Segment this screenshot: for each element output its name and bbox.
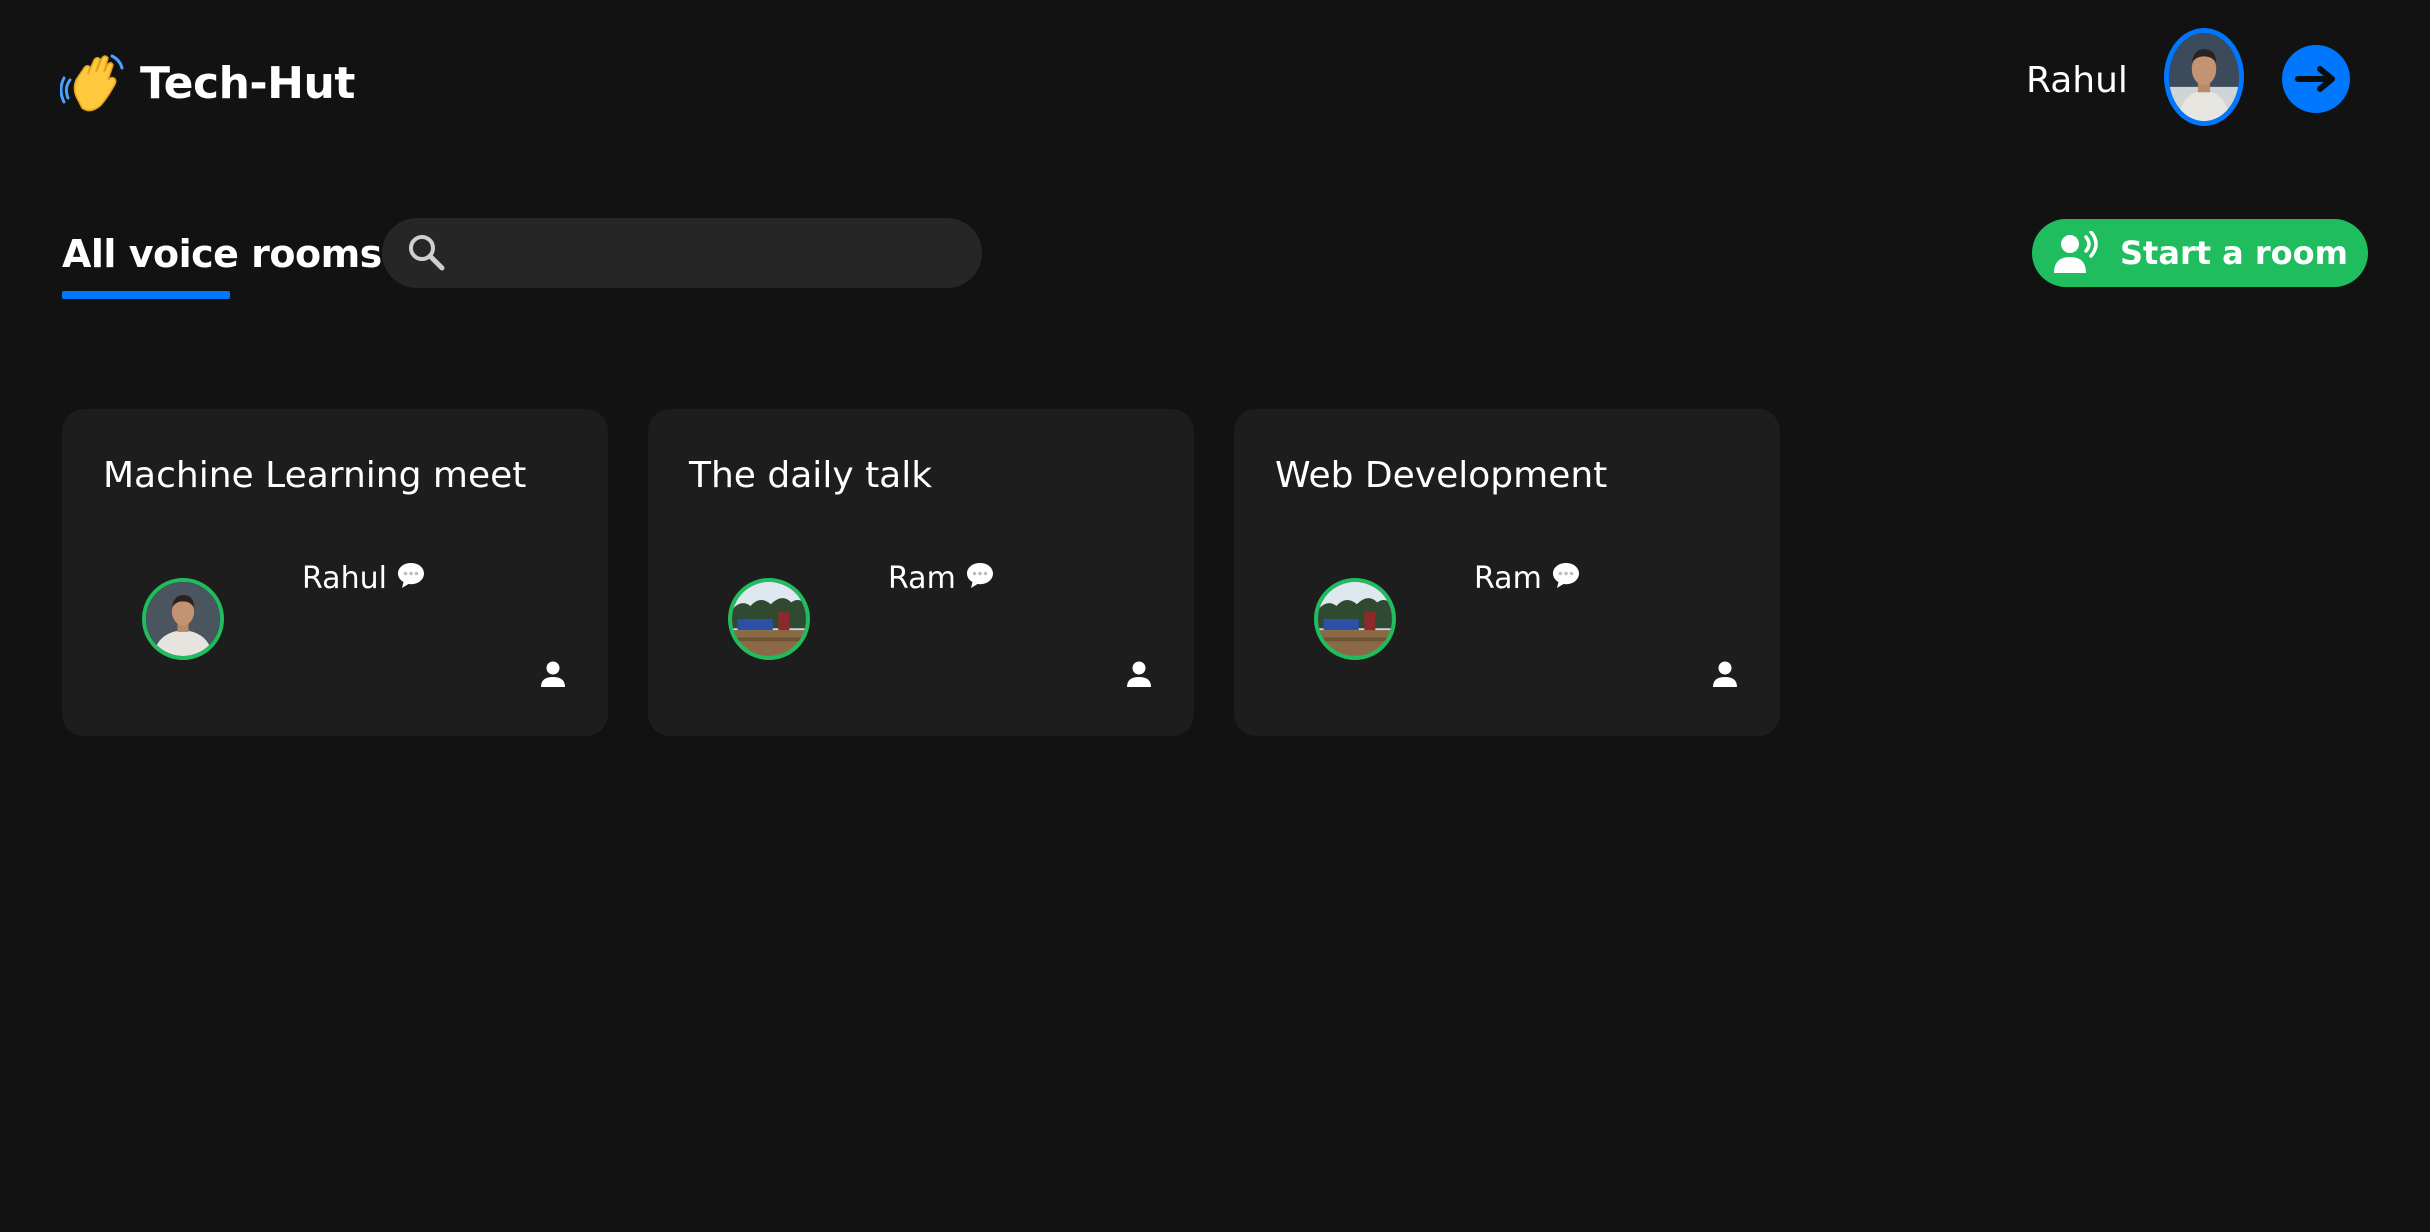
room-topic: The daily talk — [689, 455, 933, 496]
user-icon — [1127, 661, 1151, 687]
waving-hand-icon — [60, 54, 124, 112]
speaker-avatar — [142, 578, 224, 660]
user-icon — [541, 661, 565, 687]
landscape-photo — [1318, 582, 1392, 656]
user-icon — [1713, 661, 1737, 687]
room-card[interactable]: Web Development Ram — [1234, 409, 1780, 736]
page-title: All voice rooms — [62, 232, 382, 276]
user-avatar[interactable] — [2164, 28, 2244, 126]
start-room-button[interactable]: Start a room — [2032, 219, 2368, 287]
speaking-person-icon — [2054, 231, 2098, 273]
speaker-name: Ram — [888, 561, 956, 596]
top-navigation: Tech-Hut Rahul — [0, 0, 2430, 165]
brand-logo[interactable]: Tech-Hut — [60, 50, 355, 116]
speaker-info: Rahul — [302, 557, 427, 601]
speaker-avatar — [1314, 578, 1396, 660]
user-photo — [2169, 33, 2239, 121]
speaker-name: Rahul — [302, 561, 387, 596]
speaker-avatar — [728, 578, 810, 660]
start-room-label: Start a room — [2120, 234, 2348, 272]
chat-bubble-icon — [397, 563, 424, 588]
speaker-name: Ram — [1474, 561, 1542, 596]
search-bar[interactable] — [382, 218, 982, 288]
speaker-info: Ram — [888, 557, 996, 601]
room-card[interactable]: The daily talk Ram — [648, 409, 1194, 736]
room-topic: Machine Learning meet — [103, 455, 527, 496]
room-topic: Web Development — [1275, 455, 1608, 496]
search-input[interactable] — [464, 234, 958, 272]
user-name: Rahul — [2026, 60, 2128, 101]
brand-name: Tech-Hut — [140, 57, 355, 109]
person-photo — [146, 582, 220, 656]
chat-bubble-icon — [966, 563, 993, 588]
chat-bubble-icon — [1552, 563, 1579, 588]
arrow-right-icon — [2295, 66, 2335, 92]
search-icon — [409, 235, 445, 271]
logout-button[interactable] — [2282, 45, 2350, 113]
room-list: Machine Learning meet Rahul The daily ta… — [62, 409, 1780, 736]
room-card[interactable]: Machine Learning meet Rahul — [62, 409, 608, 736]
speaker-info: Ram — [1474, 557, 1582, 601]
landscape-photo — [732, 582, 806, 656]
title-underline — [62, 291, 230, 299]
